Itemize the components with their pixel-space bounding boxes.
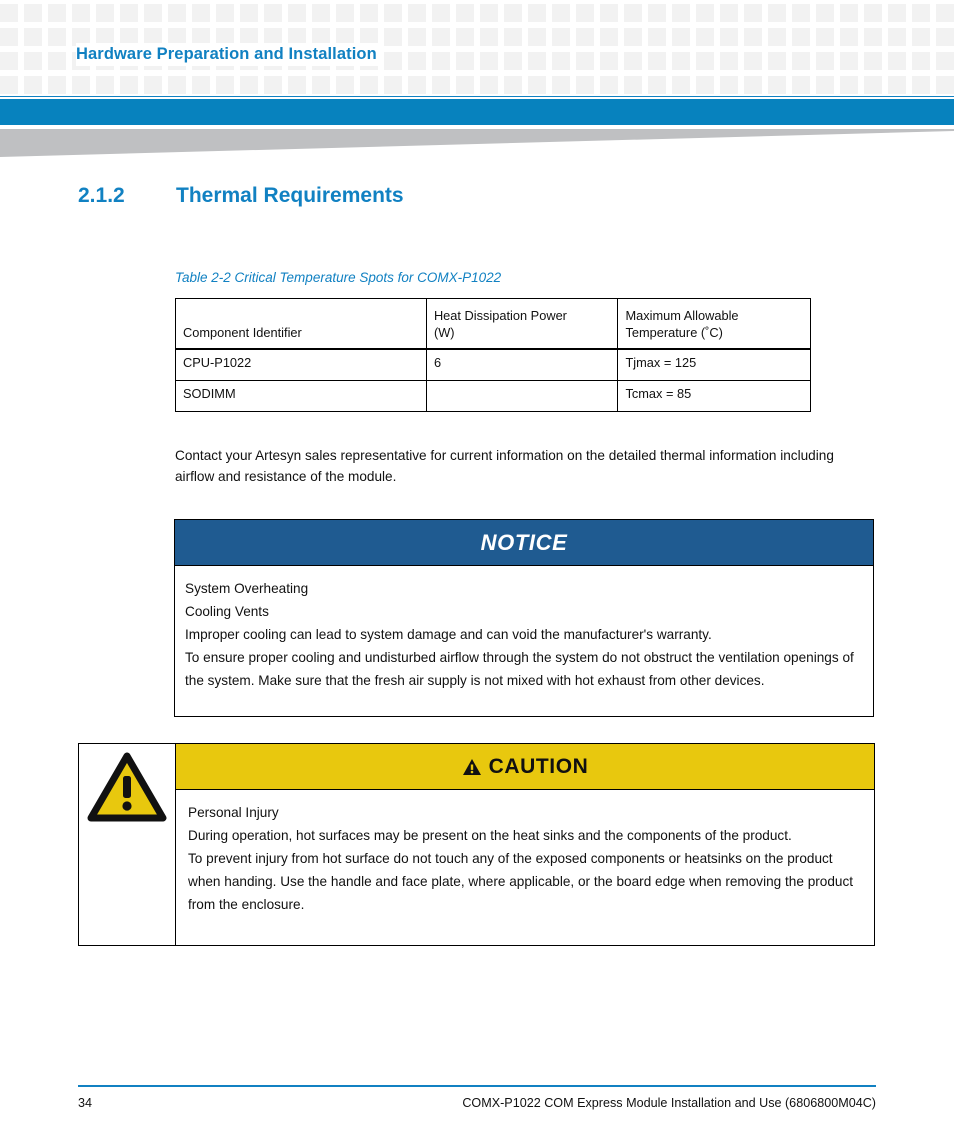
chapter-title: Hardware Preparation and Installation — [76, 42, 383, 66]
notice-body: System Overheating Cooling Vents Imprope… — [175, 566, 873, 716]
page-content: 2.1.2 Thermal Requirements Table 2-2 Cri… — [0, 160, 954, 947]
notice-line: To ensure proper cooling and undisturbed… — [185, 649, 854, 688]
chapter-title-container: Hardware Preparation and Installation — [0, 38, 393, 70]
caution-body: Personal Injury During operation, hot su… — [176, 790, 874, 945]
header-blue-band — [0, 99, 954, 125]
section-number: 2.1.2 — [78, 184, 125, 207]
footer-row: 34 COMX-P1022 COM Express Module Install… — [0, 1096, 954, 1110]
table-header-text-temp-l1: Maximum Allowable — [625, 308, 739, 324]
notice-line: System Overheating — [185, 581, 309, 597]
body-paragraph: Contact your Artesyn sales representativ… — [175, 448, 834, 484]
caution-line: Personal Injury — [188, 805, 279, 821]
caution-banner-label: CAUTION — [488, 754, 589, 778]
table-header-row: Component Identifier Heat Dissipation Po… — [175, 298, 811, 350]
table-header-cell-component: Component Identifier — [175, 298, 427, 350]
table-row: SODIMM Tcmax = 85 — [175, 380, 811, 412]
caution-small-warning-icon — [462, 758, 481, 775]
notice-banner: NOTICE — [175, 520, 873, 567]
notice-line: Cooling Vents — [185, 604, 269, 620]
table-cell-power: 6 — [425, 348, 619, 381]
section-title: Thermal Requirements — [176, 184, 404, 207]
table-header-cell-power: Heat Dissipation Power (W) — [425, 298, 619, 350]
notice-callout-box: NOTICE System Overheating Cooling Vents … — [174, 519, 874, 718]
table-cell-temperature: Tcmax = 85 — [617, 380, 811, 412]
table-header-text-component: Component Identifier — [183, 325, 302, 341]
caution-banner: CAUTION — [176, 744, 874, 791]
header-thin-rule — [0, 96, 954, 97]
table-header-text-temp-l2: Temperature (˚C) — [625, 325, 723, 341]
caution-callout-box: CAUTION Personal Injury During operation… — [78, 743, 875, 947]
caution-icon-cell — [78, 743, 175, 947]
table-header-text-power-l2: (W) — [433, 325, 455, 341]
caution-line: During operation, hot surfaces may be pr… — [188, 828, 792, 844]
caution-line: To prevent injury from hot surface do no… — [188, 850, 854, 912]
section-heading: 2.1.2 Thermal Requirements — [0, 184, 954, 208]
table-cell-component: CPU-P1022 — [175, 348, 427, 381]
page-header: Hardware Preparation and Installation — [0, 0, 954, 97]
notice-line: Improper cooling can lead to system dama… — [185, 626, 712, 642]
notice-banner-label: NOTICE — [480, 529, 568, 555]
table-row: CPU-P1022 6 Tjmax = 125 — [175, 348, 811, 381]
table-cell-component: SODIMM — [175, 380, 427, 412]
page-footer: 34 COMX-P1022 COM Express Module Install… — [0, 1085, 954, 1110]
footer-rule — [78, 1085, 876, 1087]
table-header-text-power-l1: Heat Dissipation Power — [433, 308, 567, 324]
caution-main: CAUTION Personal Injury During operation… — [175, 743, 875, 947]
warning-triangle-icon — [87, 752, 167, 822]
table-cell-temperature: Tjmax = 125 — [617, 348, 811, 381]
table-caption: Table 2-2 Critical Temperature Spots for… — [175, 270, 502, 285]
table-header-cell-temperature: Maximum Allowable Temperature (˚C) — [617, 298, 811, 350]
footer-document-title: COMX-P1022 COM Express Module Installati… — [462, 1096, 876, 1110]
footer-page-number: 34 — [78, 1096, 93, 1110]
table-cell-power — [425, 380, 619, 412]
header-gray-wedge — [0, 129, 954, 159]
critical-temperature-table: Component Identifier Heat Dissipation Po… — [175, 298, 811, 412]
